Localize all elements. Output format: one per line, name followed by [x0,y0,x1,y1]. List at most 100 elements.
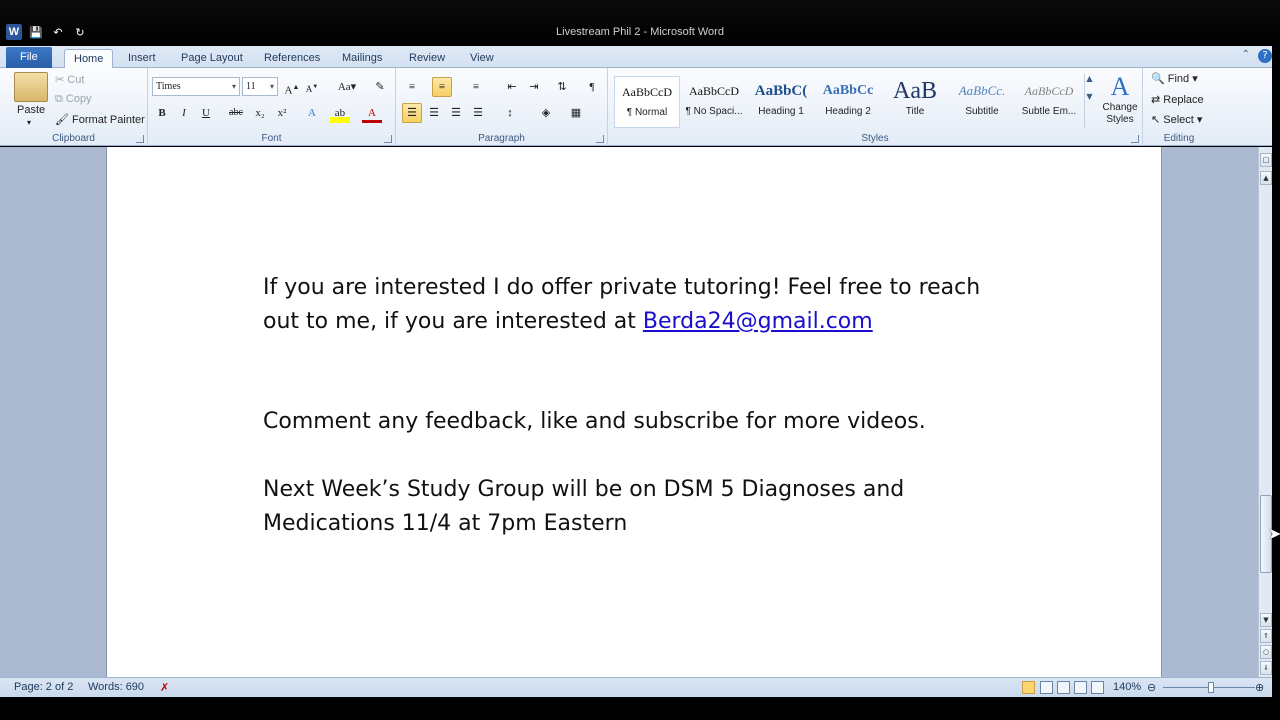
full-screen-reading-icon[interactable] [1040,681,1053,694]
paragraph-launcher-icon[interactable] [596,135,604,143]
outline-icon[interactable] [1074,681,1087,694]
borders-icon[interactable]: ▦ [566,103,586,123]
proofing-icon[interactable]: ✗ [160,681,169,694]
tab-references[interactable]: References [255,49,329,68]
ribbon-tabs: File Home Insert Page Layout References … [0,46,1280,68]
tab-view[interactable]: View [461,49,503,68]
align-center-icon[interactable]: ☰ [424,103,444,123]
print-layout-icon[interactable] [1022,681,1035,694]
tab-mailings[interactable]: Mailings [333,49,391,68]
underline-button[interactable]: U [196,103,216,123]
styles-launcher-icon[interactable] [1131,135,1139,143]
document-area[interactable]: If you are interested I do offer private… [0,147,1258,677]
multilevel-list-icon[interactable]: ≡ [466,77,486,97]
page-count[interactable]: Page: 2 of 2 [14,681,73,693]
align-left-icon[interactable]: ☰ [402,103,422,123]
zoom-in-icon[interactable]: ⊕ [1255,681,1264,694]
shading-icon[interactable]: ◈ [536,103,556,123]
highlight-icon[interactable]: ab [330,103,350,123]
paste-dropdown-icon[interactable]: ▾ [27,118,31,127]
tab-file[interactable]: File [6,47,52,68]
style-subtle-emphasis[interactable]: AaBbCcD Subtle Em... [1016,76,1082,128]
sort-icon[interactable]: ⇅ [552,77,572,97]
bold-button[interactable]: B [152,103,172,123]
copy-label: Copy [65,93,92,105]
justify-icon[interactable]: ☰ [468,103,488,123]
document-page[interactable]: If you are interested I do offer private… [106,147,1162,677]
style-normal[interactable]: AaBbCcD ¶ Normal [614,76,680,128]
paragraph-next-week[interactable]: Next Week’s Study Group will be on DSM 5… [263,473,943,541]
ruler-toggle-icon[interactable]: □ [1260,153,1272,167]
bullets-icon[interactable]: ≡ [402,77,422,97]
chevron-down-icon: ▾ [231,82,236,91]
zoom-out-icon[interactable]: ⊖ [1147,681,1156,694]
zoom-slider-thumb[interactable] [1208,682,1214,693]
format-painter-button[interactable]: 🖌 Format Painter [55,113,145,126]
subscript-button[interactable]: x₂ [250,103,270,123]
style-sample: AaBbCcD [689,84,739,98]
styles-scroll[interactable]: ▲ ▼ [1084,74,1094,128]
format-painter-label: Format Painter [72,114,145,126]
grow-font-button[interactable]: A▲ [282,77,302,97]
font-size-select[interactable]: 11 ▾ [242,77,278,96]
email-link[interactable]: Berda24@gmail.com [643,309,873,334]
style-no-spacing[interactable]: AaBbCcD ¶ No Spaci... [681,76,747,128]
tab-review[interactable]: Review [400,49,454,68]
font-size-value: 11 [246,81,256,92]
change-styles-button[interactable]: A Change Styles [1100,72,1140,126]
style-subtitle[interactable]: AaBbCc. Subtitle [949,76,1015,128]
paragraph-feedback[interactable]: Comment any feedback, like and subscribe… [263,405,1023,439]
zoom-level[interactable]: 140% [1113,681,1141,693]
line-spacing-icon[interactable]: ↕ [500,103,520,123]
paste-icon[interactable] [14,72,48,102]
shrink-font-button[interactable]: A▼ [302,77,322,97]
superscript-button[interactable]: x² [272,103,292,123]
browse-object-icon[interactable]: ○ [1260,645,1272,659]
increase-indent-icon[interactable]: ⇥ [524,77,544,97]
tab-insert[interactable]: Insert [119,49,165,68]
select-button[interactable]: ↖ Select ▾ [1151,113,1202,126]
help-icon[interactable]: ? [1258,49,1272,63]
align-right-icon[interactable]: ☰ [446,103,466,123]
change-case-button[interactable]: Aa▾ [334,77,360,97]
style-name: ¶ Normal [626,107,668,118]
font-group: Times ▾ 11 ▾ A▲ A▼ Aa▾ ✎ B I U abc x₂ x² A… [148,68,396,146]
draft-icon[interactable] [1091,681,1104,694]
font-name-select[interactable]: Times ▾ [152,77,240,96]
change-styles-label: Change Styles [1102,102,1138,125]
paragraph-tutoring[interactable]: If you are interested I do offer private… [263,271,1023,339]
find-button[interactable]: 🔍 Find ▾ [1151,72,1198,85]
paste-button[interactable]: Paste [17,104,45,116]
clipboard-group: Paste ▾ ✂ Cut ⧉ Copy 🖌 Format Painter Cl… [0,68,148,146]
strikethrough-button[interactable]: abc [226,103,246,123]
web-layout-icon[interactable] [1057,681,1070,694]
style-heading-1[interactable]: AaBbC( Heading 1 [748,76,814,128]
replace-button[interactable]: ⇄ Replace [1151,93,1204,106]
minimize-ribbon-icon[interactable]: ⌃ [1242,49,1250,60]
copy-button[interactable]: ⧉ Copy [55,93,92,106]
change-styles-icon: A [1110,72,1130,101]
next-page-icon[interactable]: ⇓ [1260,661,1272,675]
text-effects-icon[interactable]: A [302,103,322,123]
clear-formatting-icon[interactable]: ✎ [370,77,390,97]
scroll-down-icon[interactable]: ▼ [1260,613,1272,627]
cut-button[interactable]: ✂ Cut [55,73,84,86]
previous-page-icon[interactable]: ⇑ [1260,629,1272,643]
screen-border [1272,46,1280,720]
numbering-icon[interactable]: ≡ [432,77,452,97]
style-heading-2[interactable]: AaBbCc Heading 2 [815,76,881,128]
show-formatting-icon[interactable]: ¶ [582,77,602,97]
font-launcher-icon[interactable] [384,135,392,143]
style-title[interactable]: AaB Title [882,76,948,128]
vertical-scrollbar[interactable]: □ ▲ ▼ ⇑ ○ ⇓ [1258,147,1272,677]
word-count[interactable]: Words: 690 [88,681,144,693]
ribbon: Paste ▾ ✂ Cut ⧉ Copy 🖌 Format Painter Cl… [0,68,1280,146]
scroll-up-icon[interactable]: ▲ [1260,171,1272,185]
italic-button[interactable]: I [174,103,194,123]
clipboard-launcher-icon[interactable] [136,135,144,143]
style-sample: AaBbCcD [622,85,672,99]
tab-page-layout[interactable]: Page Layout [172,49,252,68]
font-color-icon[interactable]: A [362,103,382,123]
tab-home[interactable]: Home [64,49,114,68]
decrease-indent-icon[interactable]: ⇤ [502,77,522,97]
